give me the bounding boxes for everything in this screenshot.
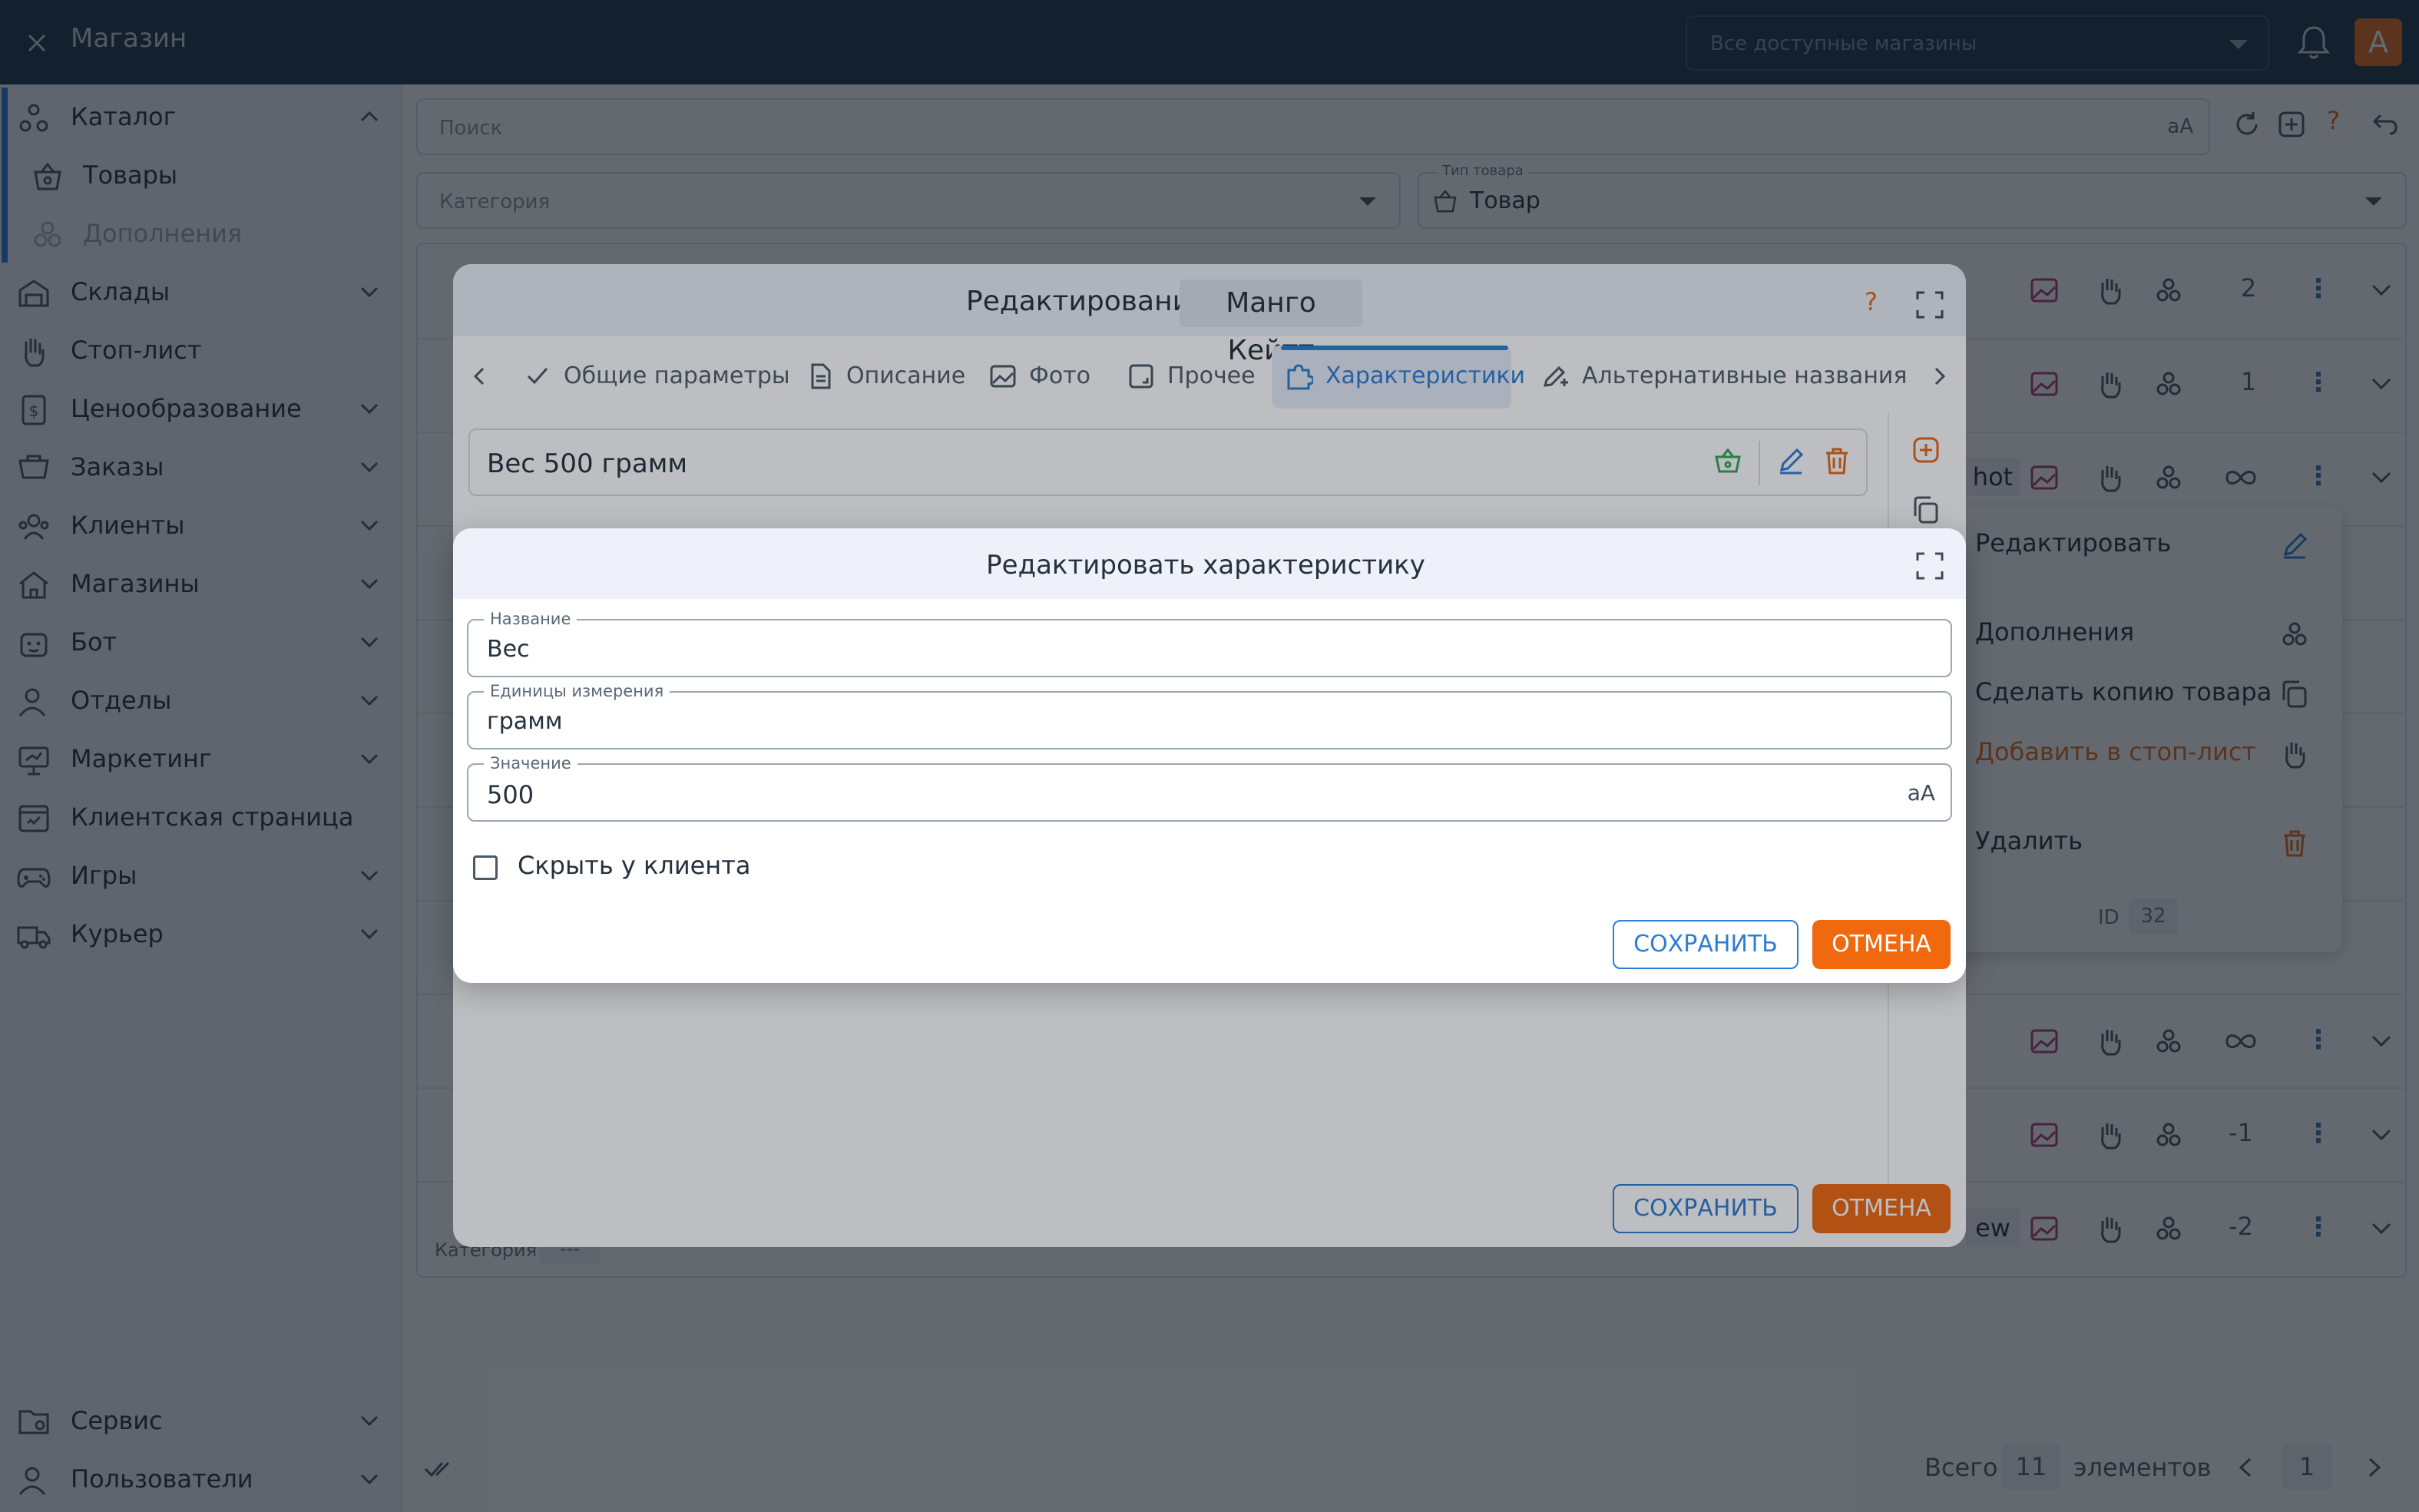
unit-field[interactable]: Единицы измерения грамм <box>467 682 1952 749</box>
hide-from-client-label: Скрыть у клиента <box>518 851 751 880</box>
value-field[interactable]: Значение 500 aA <box>467 754 1952 822</box>
dialog-header: Редактировать характеристику <box>453 528 1966 599</box>
hide-from-client-checkbox[interactable] <box>473 855 498 880</box>
fullscreen-icon[interactable] <box>1915 551 1944 581</box>
dialog-title: Редактировать характеристику <box>986 550 1425 581</box>
name-field[interactable]: Название Вес <box>467 610 1952 677</box>
save-button[interactable]: СОХРАНИТЬ <box>1613 920 1799 969</box>
edit-characteristic-dialog: Редактировать характеристику Название Ве… <box>453 528 1966 983</box>
name-field-value: Вес <box>487 636 530 663</box>
case-toggle-icon[interactable]: aA <box>1908 780 1935 806</box>
value-field-label: Значение <box>484 754 577 773</box>
name-field-label: Название <box>484 610 577 628</box>
cancel-button[interactable]: ОТМЕНА <box>1812 920 1951 969</box>
value-field-value: 500 <box>487 780 534 809</box>
unit-field-value: грамм <box>487 708 563 735</box>
unit-field-label: Единицы измерения <box>484 682 670 700</box>
